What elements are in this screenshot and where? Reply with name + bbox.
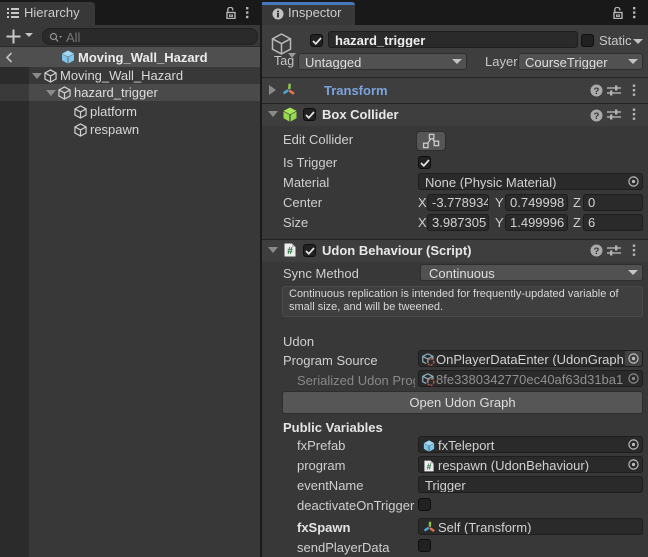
svg-text:#: # [427,461,432,471]
svg-text:?: ? [594,111,600,122]
svg-text:#: # [287,246,293,257]
svg-text:?: ? [594,86,600,97]
svg-text:?: ? [594,246,600,257]
